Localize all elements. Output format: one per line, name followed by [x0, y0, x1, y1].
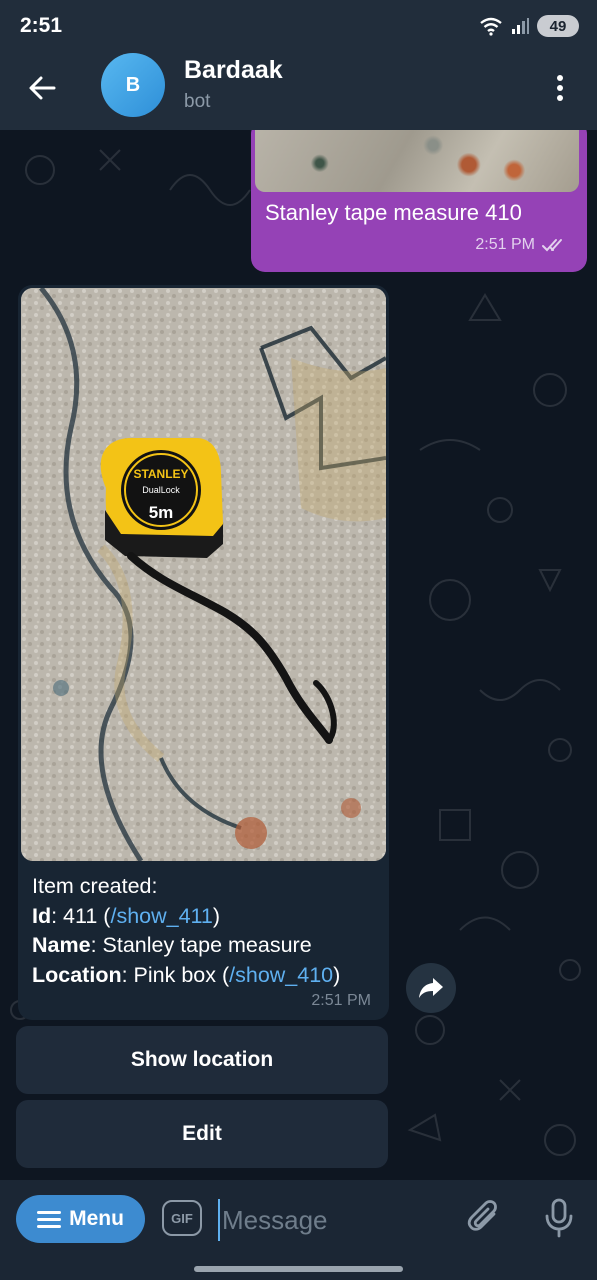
- status-icons: 49: [479, 14, 579, 38]
- outgoing-message-text: Stanley tape measure 410: [265, 200, 522, 225]
- name-label: Name: [32, 933, 91, 957]
- share-arrow-icon: [419, 978, 443, 998]
- bot-message-id-line: Id: 411 (/show_411): [32, 902, 389, 932]
- outgoing-message-time: 2:51 PM: [475, 236, 535, 253]
- bot-message-name-line: Name: Stanley tape measure: [32, 931, 389, 961]
- photo-model-text: DualLock: [142, 485, 180, 495]
- signal-icon: [512, 18, 529, 34]
- avatar[interactable]: B: [101, 53, 165, 117]
- bot-menu-button[interactable]: Menu: [16, 1195, 145, 1243]
- battery-level: 49: [549, 17, 567, 35]
- bot-message-location-line: Location: Pink box (/show_410): [32, 961, 389, 991]
- show-410-link[interactable]: /show_410: [229, 963, 333, 987]
- message-input[interactable]: [218, 1199, 454, 1241]
- gif-button[interactable]: GIF: [162, 1200, 202, 1236]
- read-checkmarks-icon: [542, 239, 562, 252]
- show-411-link[interactable]: /show_411: [110, 904, 212, 928]
- photo-brand-text: STANLEY: [133, 467, 188, 481]
- message-composer: Menu GIF: [0, 1180, 597, 1280]
- outgoing-message-meta: 2:51 PM: [475, 236, 569, 254]
- paperclip-icon[interactable]: [466, 1200, 504, 1238]
- incoming-message[interactable]: STANLEY DualLock 5m Item created: Id: 41…: [18, 285, 389, 1020]
- bot-message-text: Item created: Id: 411 (/show_411) Name: …: [32, 872, 389, 990]
- id-label: Id: [32, 903, 52, 928]
- location-value: : Pink box (: [121, 962, 230, 987]
- item-photo[interactable]: STANLEY DualLock 5m: [21, 288, 386, 861]
- id-close: ): [212, 903, 221, 928]
- location-label: Location: [32, 962, 122, 987]
- chat-subtitle: bot: [184, 91, 211, 112]
- wifi-icon: [480, 17, 502, 36]
- hamburger-icon: [37, 1211, 62, 1228]
- status-time: 2:51: [20, 14, 63, 37]
- name-value: : Stanley tape measure: [90, 933, 312, 957]
- incoming-message-time: 2:51 PM: [311, 992, 371, 1009]
- battery-indicator: 49: [537, 15, 579, 37]
- back-arrow-icon[interactable]: [22, 66, 66, 110]
- status-bar: 2:51 49: [0, 0, 597, 52]
- outgoing-photo[interactable]: [255, 130, 579, 192]
- avatar-letter: B: [125, 73, 141, 96]
- show-location-button[interactable]: Show location: [16, 1026, 388, 1094]
- chat-area[interactable]: Stanley tape measure 410 2:51 PM STANLEY…: [0, 130, 597, 1180]
- share-button[interactable]: [406, 963, 456, 1013]
- menu-label: Menu: [69, 1207, 124, 1230]
- outgoing-message[interactable]: Stanley tape measure 410 2:51 PM: [251, 130, 587, 272]
- photo-size-text: 5m: [149, 503, 174, 522]
- location-close: ): [333, 962, 341, 987]
- id-value: : 411 (: [51, 903, 111, 928]
- microphone-icon[interactable]: [541, 1198, 577, 1238]
- more-options-icon[interactable]: [545, 70, 575, 106]
- chat-header: B Bardaak bot: [0, 52, 597, 130]
- chat-title[interactable]: Bardaak: [184, 56, 283, 85]
- bot-message-line: Item created:: [32, 874, 158, 898]
- home-indicator: [194, 1266, 403, 1272]
- edit-button[interactable]: Edit: [16, 1100, 388, 1168]
